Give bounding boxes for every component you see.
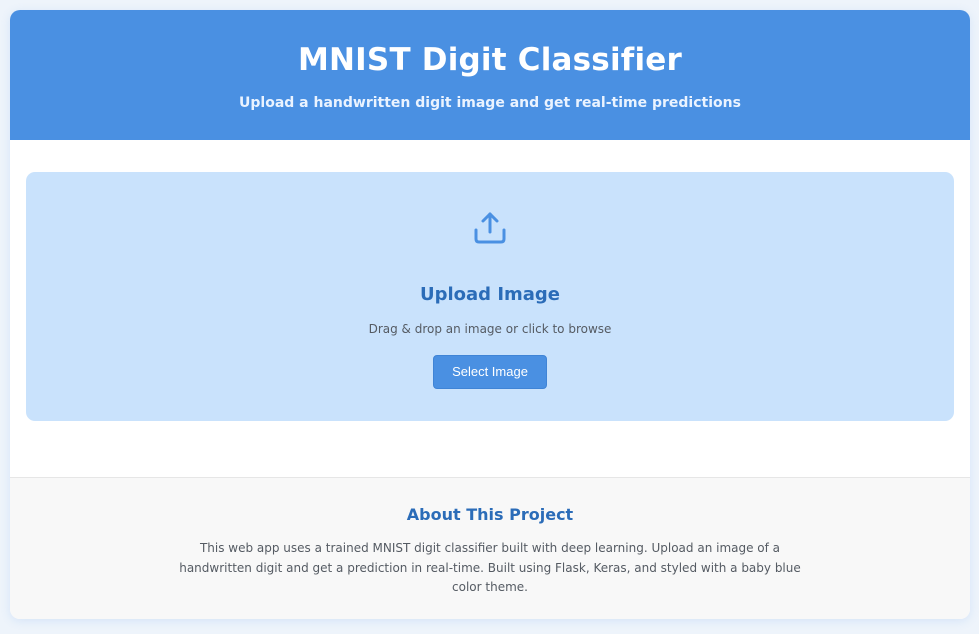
select-image-button[interactable]: Select Image (433, 355, 547, 389)
upload-section: Upload Image Drag & drop an image or cli… (10, 140, 970, 477)
about-description: This web app uses a trained MNIST digit … (179, 541, 801, 594)
page-title: MNIST Digit Classifier (297, 42, 683, 78)
upload-icon (474, 212, 506, 244)
page-header: MNIST Digit Classifier Upload a handwrit… (10, 10, 970, 140)
upload-hint: Drag & drop an image or click to browse (368, 322, 612, 336)
about-title: About This Project (406, 505, 574, 524)
about-section: About This Project This web app uses a t… (10, 477, 970, 619)
app-card: MNIST Digit Classifier Upload a handwrit… (10, 10, 970, 619)
upload-dropzone[interactable]: Upload Image Drag & drop an image or cli… (26, 172, 954, 421)
page-subtitle: Upload a handwritten digit image and get… (239, 95, 741, 111)
upload-title: Upload Image (419, 284, 561, 305)
